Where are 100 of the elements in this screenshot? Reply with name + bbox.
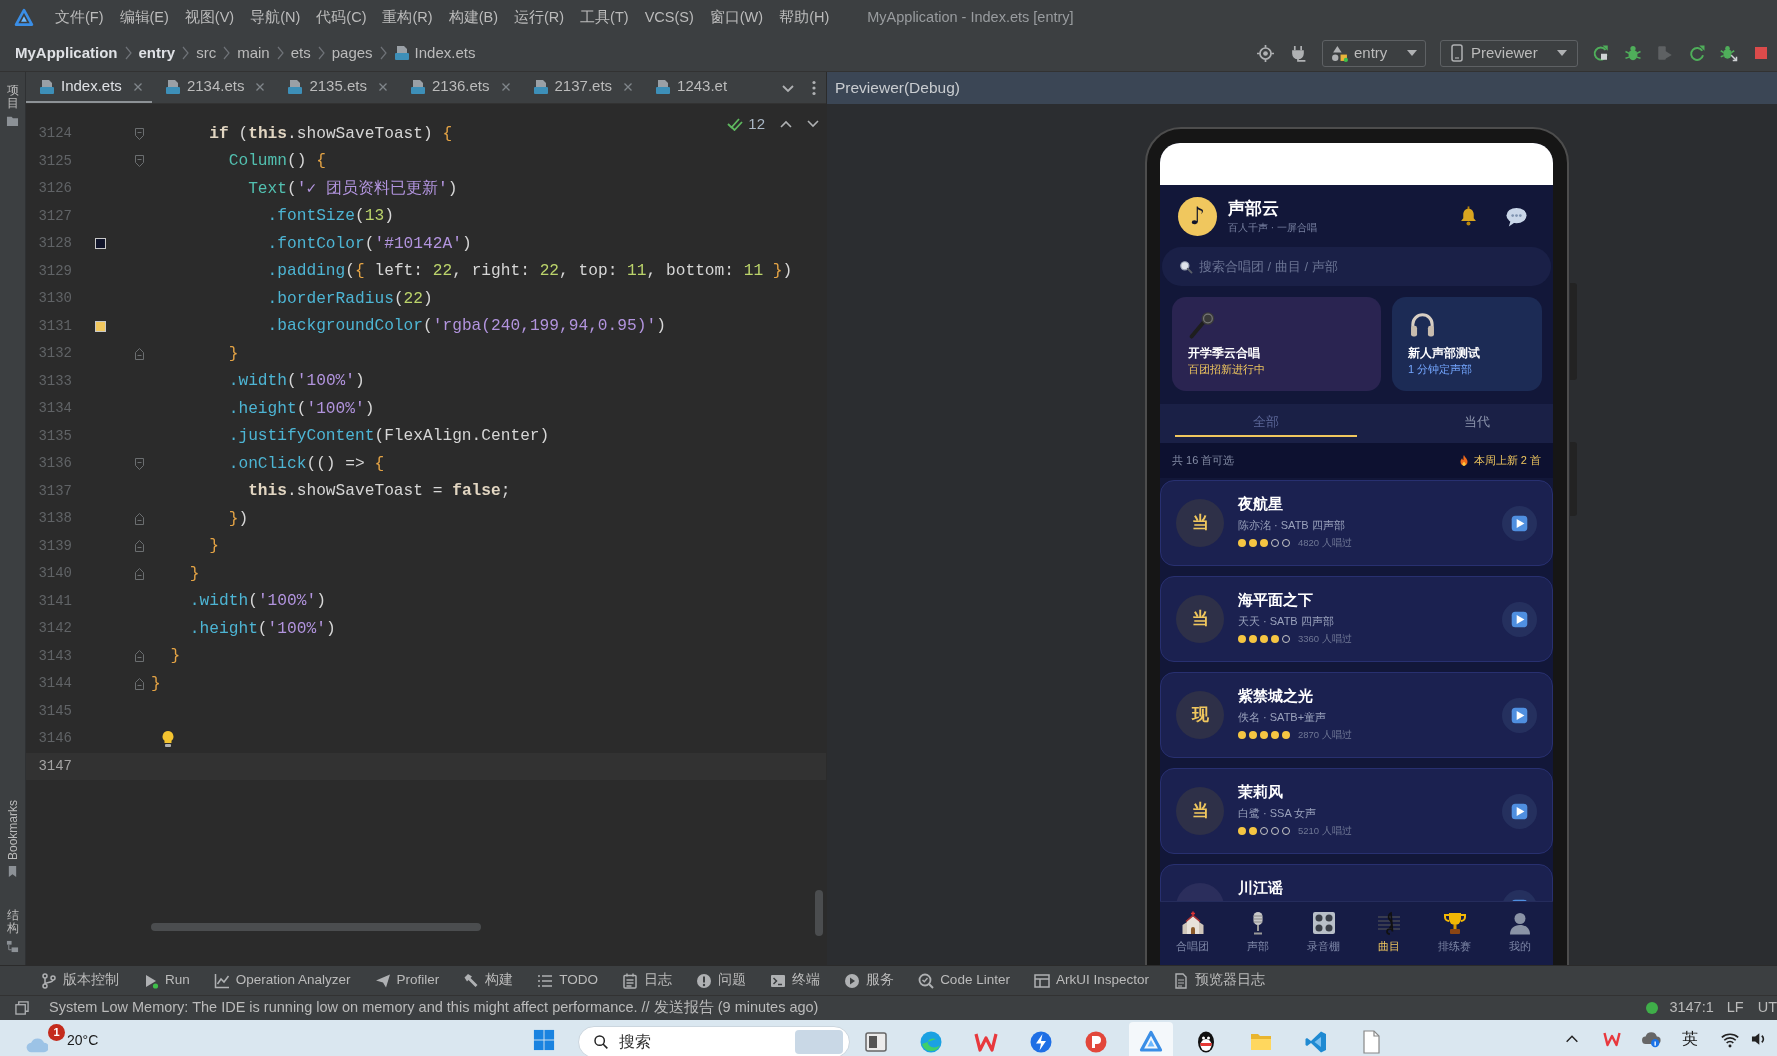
fold-marker-icon[interactable]: [135, 540, 144, 553]
temperature[interactable]: 20°C: [67, 1030, 99, 1051]
play-button[interactable]: [1502, 602, 1537, 637]
editor-tab[interactable]: 1243.et: [642, 72, 737, 103]
tool-window-button[interactable]: 构建: [463, 970, 514, 991]
song-card[interactable]: 当 茉莉风 白鹭 · SSA 女声 5210 人唱过: [1160, 768, 1553, 854]
windows-logo-icon[interactable]: [533, 1029, 555, 1051]
double-check-icon[interactable]: [727, 117, 744, 131]
menu-item[interactable]: 帮助(H): [771, 0, 838, 35]
play-button[interactable]: [1502, 506, 1537, 541]
menu-item[interactable]: 文件(F): [47, 0, 112, 35]
tool-window-button[interactable]: TODO: [537, 970, 599, 991]
wifi-icon[interactable]: [1720, 1030, 1740, 1048]
file-encoding[interactable]: UT: [1757, 997, 1777, 1019]
fold-marker-icon[interactable]: [135, 567, 144, 580]
tool-window-button[interactable]: 日志: [622, 970, 673, 991]
fold-marker-icon[interactable]: [135, 512, 144, 525]
close-icon[interactable]: [132, 81, 143, 92]
more-icon[interactable]: [812, 79, 816, 96]
nav-tab[interactable]: 我的: [1487, 902, 1553, 965]
tool-window-button[interactable]: 服务: [844, 970, 895, 991]
song-card[interactable]: 现 紫禁城之光 佚名 · SATB+童声 2870 人唱过: [1160, 672, 1553, 758]
tool-window-button[interactable]: Profiler: [374, 970, 440, 991]
editor-tab[interactable]: 2135.ets: [274, 72, 397, 103]
breadcrumb-item[interactable]: ets: [290, 41, 311, 65]
stop-icon[interactable]: [1752, 44, 1770, 62]
play-button[interactable]: [1502, 698, 1537, 733]
menu-item[interactable]: 视图(V): [176, 0, 243, 35]
menu-item[interactable]: 运行(R): [505, 0, 573, 35]
breadcrumb-item[interactable]: Index.ets: [414, 41, 476, 65]
category-tab[interactable]: 当代: [1402, 404, 1552, 437]
close-icon[interactable]: [377, 81, 388, 92]
overlapping-squares-icon[interactable]: [15, 1001, 29, 1015]
breadcrumb-item[interactable]: MyApplication: [15, 41, 118, 65]
tool-window-button[interactable]: 预览器日志: [1172, 970, 1265, 991]
menu-item[interactable]: 构建(B): [440, 0, 506, 35]
caret-position[interactable]: 3147:1: [1669, 997, 1714, 1019]
tool-window-button[interactable]: 终端: [770, 970, 821, 991]
category-tab[interactable]: 全部: [1175, 404, 1357, 437]
scrollbar-thumb[interactable]: [151, 923, 481, 931]
run-target-dropdown[interactable]: entry: [1322, 39, 1426, 67]
banner-card[interactable]: 新人声部测试 1 分钟定声部: [1392, 297, 1542, 391]
tool-window-button[interactable]: Code Linter: [918, 970, 1010, 991]
scrollbar-thumb[interactable]: [815, 890, 823, 936]
nav-tab[interactable]: 排练赛: [1422, 902, 1488, 965]
tool-window-button[interactable]: Run: [143, 970, 190, 991]
nav-tab[interactable]: 合唱团: [1160, 902, 1226, 965]
bug-arrow-icon[interactable]: [1720, 44, 1738, 62]
menu-item[interactable]: 窗口(W): [701, 0, 772, 35]
song-card[interactable]: 当 海平面之下 天天 · SATB 四声部 3360 人唱过: [1160, 576, 1553, 662]
chevron-down-icon[interactable]: [807, 120, 819, 129]
breadcrumb-item[interactable]: src: [196, 41, 217, 65]
editor-tab[interactable]: 2137.ets: [519, 72, 643, 103]
fold-marker-icon[interactable]: [135, 127, 144, 140]
editor-tab[interactable]: 2134.ets: [151, 72, 275, 103]
device-dropdown[interactable]: Previewer: [1440, 39, 1578, 67]
status-message[interactable]: System Low Memory: The IDE is running low on memory and this might affect performance. // 发送报告 (9 minutes ago): [49, 997, 819, 1019]
fold-marker-icon[interactable]: [135, 155, 144, 168]
target-icon[interactable]: [1257, 44, 1274, 62]
menu-item[interactable]: 编辑(E): [111, 0, 177, 35]
breadcrumb-item[interactable]: pages: [331, 41, 373, 65]
fold-marker-icon[interactable]: [135, 347, 144, 360]
play-button[interactable]: [1502, 794, 1537, 829]
tool-window-button[interactable]: 问题: [696, 970, 747, 991]
breadcrumb-item[interactable]: entry: [138, 41, 176, 65]
close-icon[interactable]: [623, 81, 634, 92]
menu-item[interactable]: 导航(N): [242, 0, 309, 35]
fold-marker-icon[interactable]: [135, 457, 144, 470]
refresh-icon[interactable]: [1688, 44, 1706, 62]
cloud-info-icon[interactable]: [1641, 1029, 1661, 1049]
menu-item[interactable]: 重构(R): [374, 0, 441, 35]
tool-window-button[interactable]: 版本控制: [41, 970, 119, 991]
lightbulb-icon[interactable]: [161, 729, 175, 748]
color-swatch[interactable]: [94, 320, 106, 332]
zigzag-icon[interactable]: [1603, 1030, 1621, 1048]
menu-item[interactable]: 工具(T): [572, 0, 637, 35]
plug-icon[interactable]: [1290, 44, 1307, 62]
bell-icon[interactable]: [1458, 205, 1479, 227]
song-card[interactable]: 当 夜航星 陈亦洺 · SATB 四声部 4820 人唱过: [1160, 480, 1553, 566]
close-icon[interactable]: [255, 81, 266, 92]
search-input[interactable]: 搜索合唱团 / 曲目 / 声部: [1199, 254, 1519, 279]
search-field[interactable]: 搜索合唱团 / 曲目 / 声部: [1162, 247, 1551, 286]
chevron-up-icon[interactable]: [780, 120, 792, 129]
menu-item[interactable]: 代码(C): [308, 0, 375, 35]
bug-icon[interactable]: [1624, 44, 1642, 62]
fold-marker-icon[interactable]: [135, 650, 144, 663]
inspection-count[interactable]: 12: [748, 113, 765, 136]
nav-tab[interactable]: 曲目: [1356, 902, 1422, 965]
structure-tool-button[interactable]: 结构: [6, 908, 19, 953]
tool-window-button[interactable]: Operation Analyzer: [213, 970, 351, 991]
taskbar-search-field[interactable]: 搜索: [578, 1026, 850, 1056]
color-swatch[interactable]: [94, 238, 106, 250]
breadcrumb-item[interactable]: main: [237, 41, 270, 65]
search-input[interactable]: 搜索: [619, 1030, 769, 1054]
line-separator[interactable]: LF: [1726, 997, 1744, 1019]
menu-item[interactable]: VCS(S): [636, 0, 702, 35]
project-tool-button[interactable]: 项目: [6, 84, 19, 128]
banner-card[interactable]: 开学季云合唱 百团招新进行中: [1172, 297, 1381, 391]
tool-window-button[interactable]: ArkUI Inspector: [1033, 970, 1149, 991]
close-icon[interactable]: [500, 81, 511, 92]
